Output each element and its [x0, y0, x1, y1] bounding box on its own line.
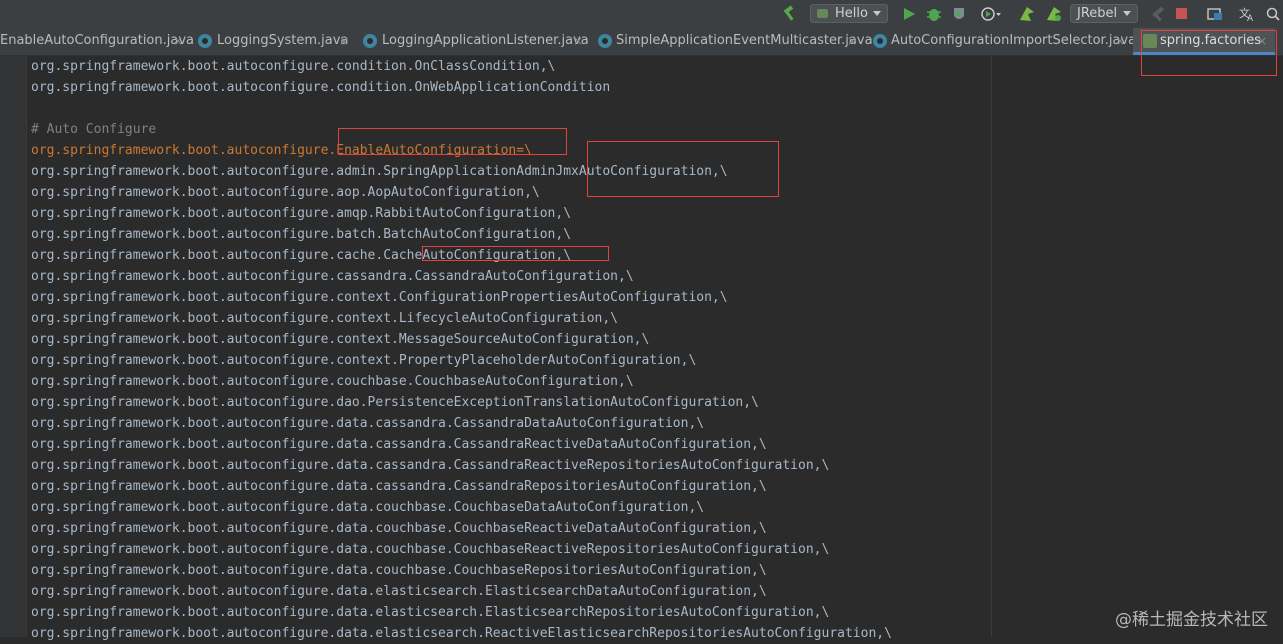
stop-icon[interactable]: [1176, 8, 1187, 19]
debug-icon[interactable]: [926, 4, 942, 24]
code-line: org.springframework.boot.autoconfigure.d…: [31, 542, 830, 557]
chevron-down-icon: [1123, 11, 1131, 16]
run-config-icon: [817, 9, 828, 18]
code-line: org.springframework.boot.autoconfigure.d…: [31, 437, 767, 452]
tab-label: LoggingSystem.java: [217, 33, 349, 48]
tab-auto-configuration-import-selector[interactable]: AutoConfigurationImportSelector.java ×: [865, 28, 1137, 55]
code-line: org.springframework.boot.autoconfigure.c…: [31, 290, 728, 305]
code-line: org.springframework.boot.autoconfigure.c…: [31, 80, 611, 95]
code-line: org.springframework.boot.autoconfigure.c…: [31, 269, 634, 284]
code-line: org.springframework.boot.autoconfigure.d…: [31, 626, 892, 641]
code-line: org.springframework.boot.autoconfigure.c…: [31, 332, 650, 347]
highlight-box-spring-factories-tab: [1141, 30, 1277, 76]
jrebel-debug-icon[interactable]: [1045, 4, 1063, 24]
code-line: org.springframework.boot.autoconfigure.d…: [31, 395, 759, 410]
structure-icon[interactable]: [1207, 4, 1223, 24]
tab-label: EnableAutoConfiguration.java: [0, 33, 194, 48]
code-line: org.springframework.boot.autoconfigure.d…: [31, 521, 767, 536]
code-line: org.springframework.boot.autoconfigure.d…: [31, 563, 767, 578]
code-line: org.springframework.boot.autoconfigure.c…: [31, 59, 556, 74]
highlight-box-auto-configuration-suffix: [587, 141, 779, 197]
watermark: @稀土掘金技术社区: [1115, 610, 1268, 630]
highlight-box-enable-auto-configuration: [338, 128, 567, 155]
search-icon[interactable]: [1266, 4, 1280, 24]
main-toolbar: Hello JRebel 文A: [0, 0, 1283, 29]
jrebel-select[interactable]: JRebel: [1070, 4, 1138, 23]
java-class-icon: [598, 34, 612, 48]
run-configuration-select[interactable]: Hello: [810, 4, 888, 23]
tab-label: SimpleApplicationEventMulticaster.java: [616, 33, 873, 48]
tab-label: AutoConfigurationImportSelector.java: [891, 33, 1137, 48]
tab-logging-application-listener[interactable]: LoggingApplicationListener.java ×: [355, 28, 590, 55]
close-icon[interactable]: ×: [1115, 28, 1125, 54]
close-icon[interactable]: ×: [339, 28, 349, 54]
code-line: org.springframework.boot.autoconfigure.d…: [31, 584, 767, 599]
code-line: org.springframework.boot.autoconfigure.b…: [31, 227, 572, 242]
code-line: org.springframework.boot.autoconfigure.c…: [31, 374, 634, 389]
close-icon[interactable]: ×: [573, 28, 583, 54]
jrebel-run-icon[interactable]: [1018, 4, 1036, 24]
editor-tab-bar: EnableAutoConfiguration.java × LoggingSy…: [0, 28, 1283, 56]
close-icon[interactable]: ×: [847, 28, 857, 54]
java-class-icon: [363, 34, 377, 48]
tools-icon[interactable]: [1150, 4, 1166, 24]
play-icon[interactable]: [902, 4, 916, 24]
code-line: org.springframework.boot.autoconfigure.d…: [31, 605, 830, 620]
code-line: org.springframework.boot.autoconfigure.c…: [31, 353, 697, 368]
tab-enable-auto-configuration[interactable]: EnableAutoConfiguration.java ×: [0, 28, 194, 55]
tab-label: LoggingApplicationListener.java: [382, 33, 589, 48]
code-comment-line: # Auto Configure: [31, 122, 157, 137]
run-configuration-label: Hello: [835, 6, 868, 21]
highlight-box-cache-auto-configuration: [422, 246, 609, 261]
profile-icon[interactable]: [980, 4, 1002, 24]
svg-text:A: A: [1247, 14, 1254, 24]
code-line: org.springframework.boot.autoconfigure.a…: [31, 185, 540, 200]
translate-icon[interactable]: 文A: [1238, 4, 1256, 24]
chevron-down-icon: [873, 11, 881, 16]
code-line: org.springframework.boot.autoconfigure.a…: [31, 206, 572, 221]
code-line: org.springframework.boot.autoconfigure.d…: [31, 479, 767, 494]
code-line: org.springframework.boot.autoconfigure.d…: [31, 458, 830, 473]
tab-logging-system[interactable]: LoggingSystem.java ×: [192, 28, 355, 55]
jrebel-label: JRebel: [1077, 6, 1118, 21]
code-line: org.springframework.boot.autoconfigure.d…: [31, 500, 705, 515]
coverage-icon[interactable]: [952, 4, 966, 24]
code-line: org.springframework.boot.autoconfigure.c…: [31, 311, 618, 326]
tab-simple-application-event-multicaster[interactable]: SimpleApplicationEventMulticaster.java ×: [590, 28, 873, 55]
code-line: org.springframework.boot.autoconfigure.d…: [31, 416, 705, 431]
java-class-icon: [873, 34, 887, 48]
hammer-icon[interactable]: [781, 4, 799, 24]
close-icon[interactable]: ×: [173, 28, 183, 54]
java-class-icon: [198, 34, 212, 48]
editor-gutter: [0, 56, 27, 637]
